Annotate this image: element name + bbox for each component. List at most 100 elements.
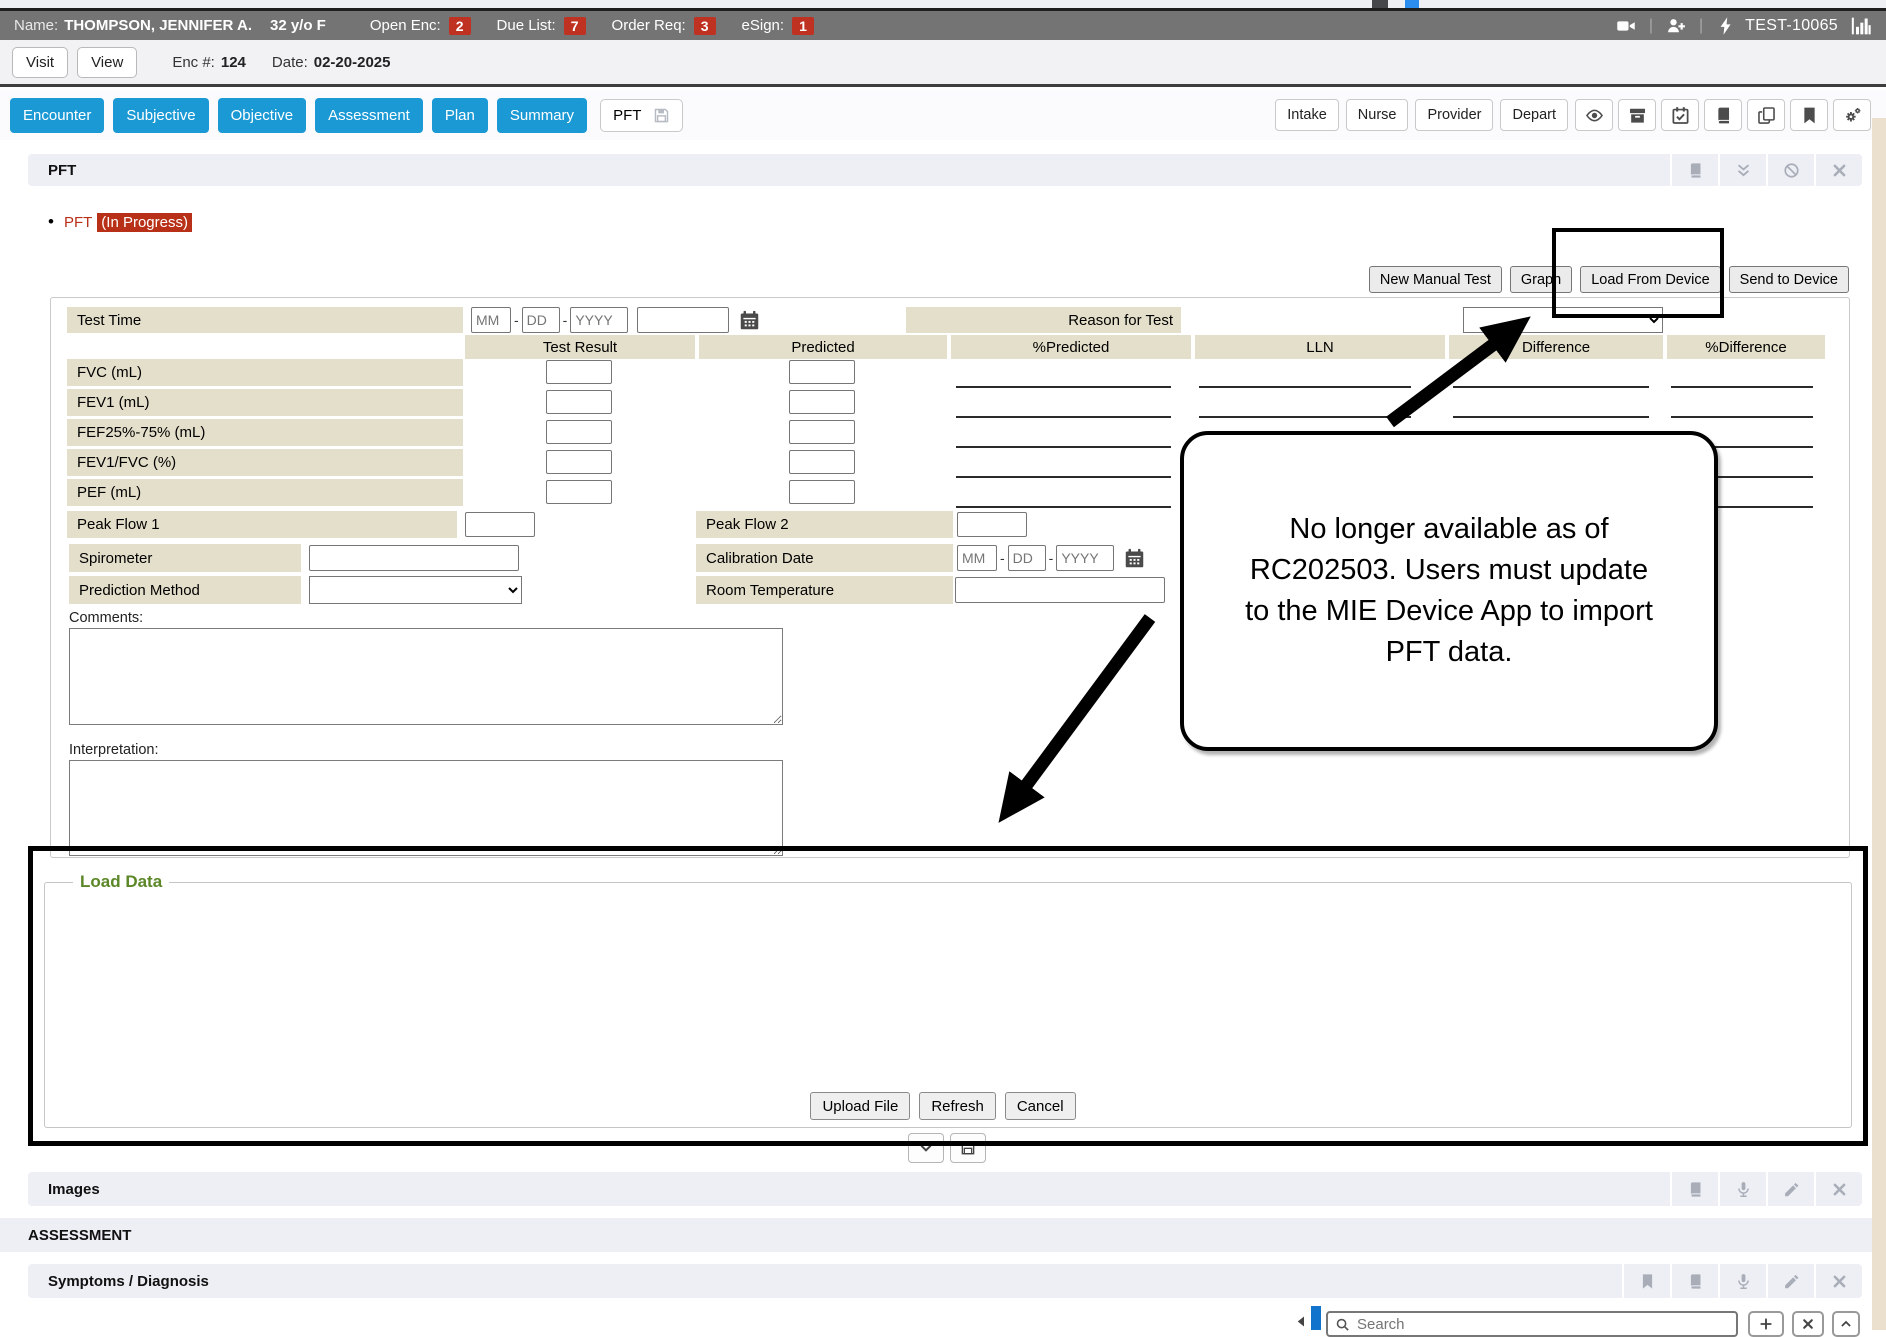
view-button[interactable]: View <box>77 47 137 78</box>
tab-plan[interactable]: Plan <box>432 98 488 133</box>
send-to-device-button[interactable]: Send to Device <box>1729 266 1849 293</box>
pft-status-item[interactable]: • PFT (In Progress) <box>48 212 192 232</box>
tab-pft-active[interactable]: PFT <box>600 99 683 132</box>
due-list-badge[interactable]: 7 <box>564 17 586 35</box>
comments-label: Comments: <box>69 610 143 626</box>
fev1-fvc-result-input[interactable] <box>546 450 612 474</box>
row-fvc-label: FVC (mL) <box>67 359 463 386</box>
open-enc-counter[interactable]: Open Enc: 2 <box>370 17 471 35</box>
eye-button[interactable] <box>1575 99 1613 131</box>
images-book-button[interactable] <box>1670 1172 1718 1206</box>
test-time-yyyy-input[interactable] <box>570 307 628 333</box>
intake-button[interactable]: Intake <box>1275 99 1339 131</box>
peak-flow-1-input[interactable] <box>465 512 535 537</box>
symptoms-edit-button[interactable] <box>1766 1264 1814 1298</box>
open-enc-label: Open Enc: <box>370 17 441 34</box>
images-edit-button[interactable] <box>1766 1172 1814 1206</box>
archive-button[interactable] <box>1618 99 1656 131</box>
tab-objective[interactable]: Objective <box>218 98 307 133</box>
test-time-label: Test Time <box>67 307 463 333</box>
fef-result-input[interactable] <box>546 420 612 444</box>
esign-badge[interactable]: 1 <box>792 17 814 35</box>
calibration-mm-input[interactable] <box>957 545 997 571</box>
pef-predicted-input[interactable] <box>789 480 855 504</box>
pef-result-input[interactable] <box>546 480 612 504</box>
close-icon <box>1831 1181 1848 1198</box>
load-from-device-button[interactable]: Load From Device <box>1580 266 1720 293</box>
nurse-button[interactable]: Nurse <box>1346 99 1409 131</box>
add-button[interactable] <box>1748 1311 1784 1337</box>
fef-predicted-input[interactable] <box>789 420 855 444</box>
calibration-yyyy-input[interactable] <box>1056 545 1114 571</box>
scroll-left-icon[interactable] <box>1294 1313 1309 1330</box>
copy-button[interactable] <box>1747 99 1785 131</box>
prediction-method-select[interactable] <box>309 576 522 604</box>
cancel-button[interactable]: Cancel <box>1005 1092 1076 1120</box>
clear-button[interactable] <box>1792 1311 1824 1337</box>
images-close-button[interactable] <box>1814 1172 1862 1206</box>
pft-book-button[interactable] <box>1670 154 1718 186</box>
save-section-button[interactable] <box>950 1133 986 1163</box>
order-req-counter[interactable]: Order Req: 3 <box>612 17 716 35</box>
fev1-predicted-input[interactable] <box>789 390 855 414</box>
tab-assessment[interactable]: Assessment <box>315 98 423 133</box>
blank-value-line <box>956 416 1171 418</box>
reason-for-test-label: Reason for Test <box>906 307 1181 333</box>
calendar-icon[interactable] <box>739 310 760 331</box>
name-label: Name: <box>14 17 58 34</box>
bookmark-button[interactable] <box>1790 99 1828 131</box>
chart-icon[interactable] <box>1850 16 1872 36</box>
depart-button[interactable]: Depart <box>1500 99 1568 131</box>
calibration-date-label: Calibration Date <box>696 544 953 572</box>
upload-file-button[interactable]: Upload File <box>810 1092 910 1120</box>
interpretation-textarea[interactable] <box>69 760 783 856</box>
blank-value-line <box>956 446 1171 448</box>
fev1-result-input[interactable] <box>546 390 612 414</box>
graph-button[interactable]: Graph <box>1510 266 1572 293</box>
calendar-button[interactable] <box>1661 99 1699 131</box>
settings-button[interactable] <box>1833 99 1871 131</box>
symptoms-bookmark-button[interactable] <box>1622 1264 1670 1298</box>
fev1-fvc-predicted-input[interactable] <box>789 450 855 474</box>
search-box[interactable] <box>1326 1311 1738 1337</box>
pft-close-button[interactable] <box>1814 154 1862 186</box>
symptoms-close-button[interactable] <box>1814 1264 1862 1298</box>
comments-textarea[interactable] <box>69 628 783 725</box>
collapse-up-button[interactable] <box>1832 1311 1860 1337</box>
test-time-dd-input[interactable] <box>522 307 560 333</box>
pft-collapse-button[interactable] <box>1718 154 1766 186</box>
room-temperature-input[interactable] <box>955 577 1165 603</box>
calendar-icon[interactable] <box>1124 548 1145 569</box>
fvc-predicted-input[interactable] <box>789 360 855 384</box>
images-section-header: Images <box>28 1172 1862 1206</box>
spirometer-input[interactable] <box>309 545 519 571</box>
esign-counter[interactable]: eSign: 1 <box>742 17 814 35</box>
collapse-section-button[interactable] <box>908 1133 944 1163</box>
order-req-badge[interactable]: 3 <box>694 17 716 35</box>
reason-for-test-select[interactable] <box>1463 307 1663 333</box>
symptoms-book-button[interactable] <box>1670 1264 1718 1298</box>
pft-ban-button[interactable] <box>1766 154 1814 186</box>
visit-button[interactable]: Visit <box>12 47 68 78</box>
refresh-button[interactable]: Refresh <box>919 1092 996 1120</box>
symptoms-mic-button[interactable] <box>1718 1264 1766 1298</box>
test-time-time-input[interactable] <box>637 307 729 333</box>
provider-button[interactable]: Provider <box>1415 99 1493 131</box>
open-enc-badge[interactable]: 2 <box>449 17 471 35</box>
save-icon[interactable] <box>653 107 670 124</box>
person-add-icon[interactable] <box>1665 16 1687 36</box>
peak-flow-2-input[interactable] <box>957 512 1027 537</box>
chart-book-button[interactable] <box>1704 99 1742 131</box>
due-list-counter[interactable]: Due List: 7 <box>497 17 586 35</box>
new-manual-test-button[interactable]: New Manual Test <box>1369 266 1502 293</box>
fvc-result-input[interactable] <box>546 360 612 384</box>
tab-summary[interactable]: Summary <box>497 98 587 133</box>
images-mic-button[interactable] <box>1718 1172 1766 1206</box>
test-time-mm-input[interactable] <box>471 307 511 333</box>
calibration-dd-input[interactable] <box>1008 545 1046 571</box>
tab-subjective[interactable]: Subjective <box>113 98 208 133</box>
camera-icon[interactable] <box>1615 16 1637 36</box>
pft-item-link[interactable]: PFT <box>64 214 92 231</box>
lightning-icon[interactable] <box>1715 16 1737 36</box>
tab-encounter[interactable]: Encounter <box>10 98 104 133</box>
